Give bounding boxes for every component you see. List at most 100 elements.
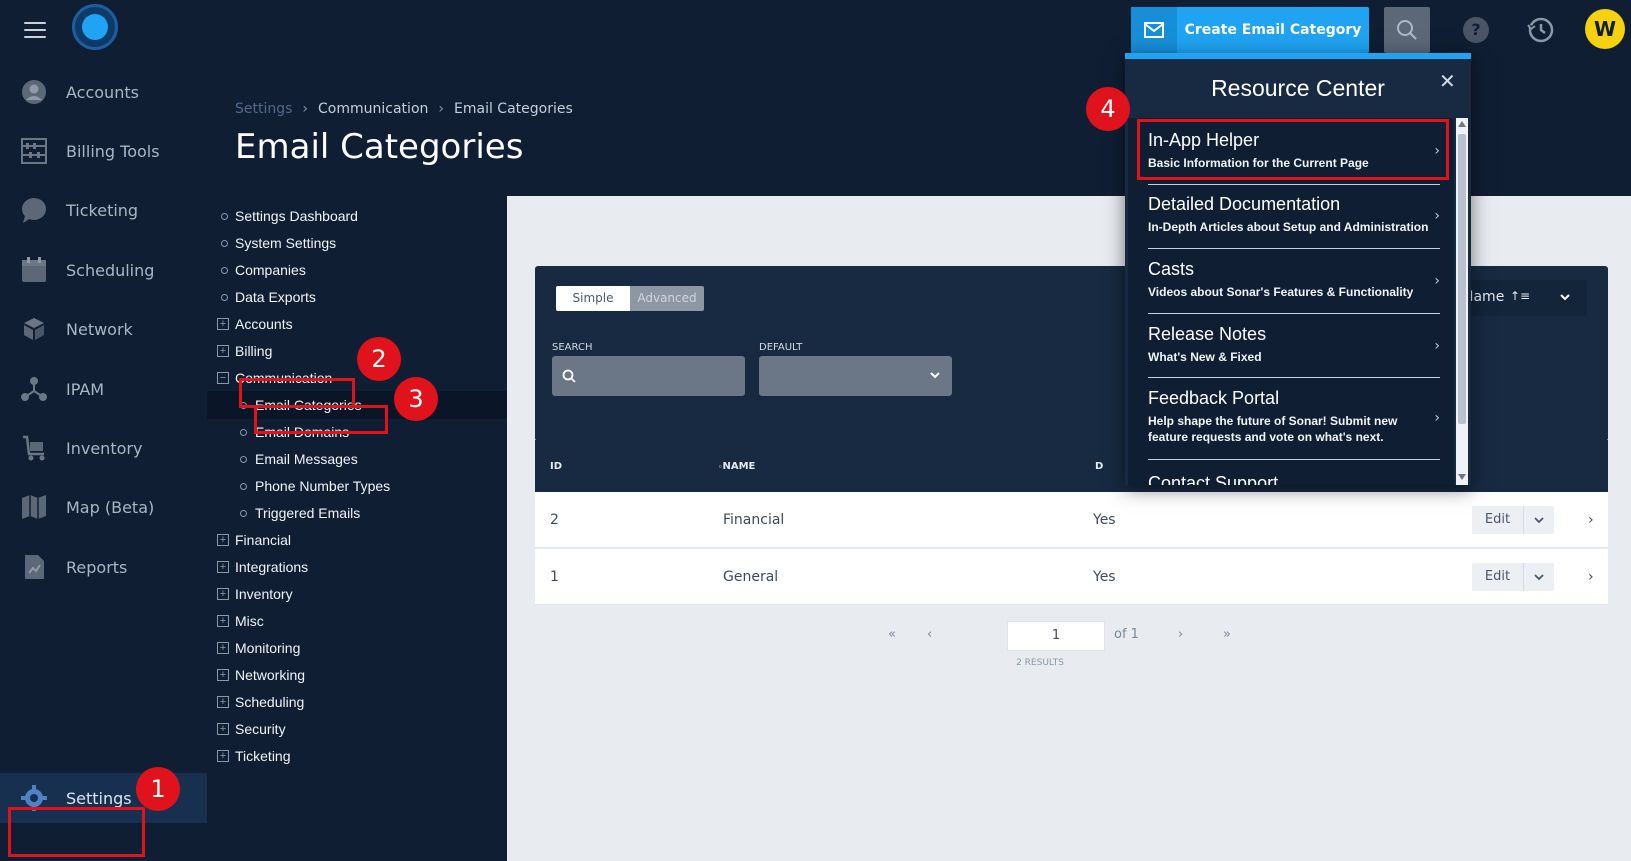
nav-item-scheduling[interactable]: Scheduling bbox=[0, 245, 207, 295]
nav-item-network[interactable]: Network bbox=[0, 304, 207, 354]
first-page-button[interactable]: « bbox=[888, 627, 896, 642]
search-input[interactable] bbox=[552, 356, 745, 396]
tree-item-scheduling[interactable]: + Scheduling bbox=[207, 688, 507, 716]
create-email-category-label: Create Email Category bbox=[1184, 22, 1362, 38]
breadcrumb-settings[interactable]: Settings bbox=[235, 101, 292, 117]
resource-center-title: Resource Center bbox=[1211, 75, 1385, 101]
cell-id: 2 bbox=[550, 512, 559, 528]
tree-item-financial[interactable]: + Financial bbox=[207, 526, 507, 554]
breadcrumb-communication[interactable]: Communication bbox=[318, 101, 428, 117]
tree-item-phone-number-types[interactable]: Phone Number Types bbox=[207, 472, 507, 500]
nav-label: Scheduling bbox=[66, 260, 155, 280]
annotation-badge-1: 1 bbox=[136, 767, 180, 811]
abacus-icon bbox=[21, 138, 47, 164]
table-row[interactable]: 2 Financial Yes Edit › bbox=[535, 492, 1608, 548]
toggle-advanced[interactable]: Advanced bbox=[630, 286, 704, 311]
annotation-badge-4: 4 bbox=[1086, 87, 1130, 131]
tree-item-email-domains[interactable]: Email Domains bbox=[207, 418, 507, 446]
rc-item-subtitle: What's New & Fixed bbox=[1148, 350, 1262, 364]
nav-item-billing-tools[interactable]: Billing Tools bbox=[0, 126, 207, 176]
tree-item-monitoring[interactable]: + Monitoring bbox=[207, 634, 507, 662]
column-header-id[interactable]: ID bbox=[550, 461, 562, 472]
tree-item-integrations[interactable]: + Integrations bbox=[207, 553, 507, 581]
tree-item-companies[interactable]: Companies bbox=[207, 256, 507, 284]
nav-label: Settings bbox=[66, 788, 132, 808]
nav-label: Map (Beta) bbox=[66, 497, 155, 517]
column-header-default[interactable]: D bbox=[1095, 461, 1103, 472]
tree-item-settings-dashboard[interactable]: Settings Dashboard bbox=[207, 202, 507, 230]
page-title: Email Categories bbox=[235, 127, 524, 167]
create-email-category-button[interactable]: Create Email Category bbox=[1131, 7, 1369, 53]
scroll-up-icon[interactable] bbox=[1458, 121, 1466, 127]
nav-item-reports[interactable]: Reports bbox=[0, 542, 207, 592]
search-icon bbox=[562, 369, 576, 383]
tree-item-inventory[interactable]: + Inventory bbox=[207, 580, 507, 608]
rc-item-detailed-documentation[interactable]: Detailed Documentation In-Depth Articles… bbox=[1148, 185, 1440, 249]
user-avatar[interactable]: W bbox=[1585, 9, 1625, 49]
tree-item-email-messages[interactable]: Email Messages bbox=[207, 445, 507, 473]
tree-item-communication[interactable]: − Communication bbox=[207, 364, 507, 392]
sort-select[interactable]: Name ↑≡ bbox=[1463, 280, 1587, 316]
close-icon[interactable]: ✕ bbox=[1439, 69, 1456, 93]
gear-icon bbox=[21, 785, 47, 811]
chevron-down-icon bbox=[1534, 574, 1544, 581]
nav-item-ipam[interactable]: IPAM bbox=[0, 364, 207, 414]
scroll-down-icon[interactable] bbox=[1458, 474, 1466, 480]
nav-item-accounts[interactable]: Accounts bbox=[0, 67, 207, 117]
hamburger-menu-icon[interactable] bbox=[24, 22, 46, 38]
tree-item-system-settings[interactable]: System Settings bbox=[207, 229, 507, 257]
chevron-right-icon: › bbox=[1434, 338, 1440, 354]
resource-center-scrollbar[interactable] bbox=[1456, 118, 1468, 485]
top-bar: Create Email Category ? W bbox=[0, 0, 1631, 61]
report-icon bbox=[25, 555, 44, 579]
nav-label: Ticketing bbox=[66, 200, 139, 220]
help-icon[interactable]: ? bbox=[1463, 17, 1489, 43]
rc-item-casts[interactable]: Casts Videos about Sonar's Features & Fu… bbox=[1148, 249, 1440, 314]
map-icon bbox=[22, 495, 46, 519]
page-number-input[interactable]: 1 bbox=[1007, 621, 1105, 651]
rc-item-title: Detailed Documentation bbox=[1148, 194, 1341, 214]
rc-item-in-app-helper[interactable]: In-App Helper Basic Information for the … bbox=[1148, 118, 1440, 185]
tree-item-ticketing[interactable]: + Ticketing bbox=[207, 742, 507, 770]
nav-label: Accounts bbox=[66, 82, 139, 102]
chat-bubble-icon bbox=[22, 198, 46, 223]
rc-item-title: Contact Support bbox=[1148, 473, 1279, 485]
rc-item-contact-support[interactable]: Contact Support bbox=[1148, 460, 1440, 485]
rc-item-feedback-portal[interactable]: Feedback Portal Help shape the future of… bbox=[1148, 378, 1440, 460]
tree-item-email-categories[interactable]: Email Categories bbox=[207, 391, 507, 419]
edit-menu-toggle[interactable] bbox=[1524, 563, 1554, 591]
cubes-icon bbox=[24, 318, 44, 340]
last-page-button[interactable]: » bbox=[1223, 627, 1231, 642]
column-header-name[interactable]: ◦NAME bbox=[718, 461, 755, 472]
prev-page-button[interactable]: ‹ bbox=[927, 627, 932, 642]
next-page-button[interactable]: › bbox=[1178, 627, 1183, 642]
cell-name: Financial bbox=[723, 512, 785, 528]
cell-default: Yes bbox=[1093, 512, 1116, 528]
edit-menu-toggle[interactable] bbox=[1524, 506, 1554, 534]
edit-button[interactable]: Edit bbox=[1472, 506, 1524, 534]
chevron-right-icon[interactable]: › bbox=[1588, 512, 1594, 528]
tree-item-triggered-emails[interactable]: Triggered Emails bbox=[207, 499, 507, 527]
nav-item-ticketing[interactable]: Ticketing bbox=[0, 185, 207, 235]
nav-item-map-beta[interactable]: Map (Beta) bbox=[0, 482, 207, 532]
tree-item-accounts[interactable]: + Accounts bbox=[207, 310, 507, 338]
rc-item-release-notes[interactable]: Release Notes What's New & Fixed › bbox=[1148, 314, 1440, 378]
calendar-icon bbox=[22, 257, 46, 282]
scrollbar-thumb[interactable] bbox=[1458, 134, 1466, 424]
tree-item-misc[interactable]: + Misc bbox=[207, 607, 507, 635]
app-logo[interactable] bbox=[72, 4, 118, 50]
default-select[interactable] bbox=[759, 356, 952, 396]
tree-item-data-exports[interactable]: Data Exports bbox=[207, 283, 507, 311]
nav-item-inventory[interactable]: Inventory bbox=[0, 423, 207, 473]
history-icon[interactable] bbox=[1526, 15, 1556, 45]
table-row[interactable]: 1 General Yes Edit › bbox=[535, 549, 1608, 605]
search-button[interactable] bbox=[1384, 7, 1430, 53]
chevron-right-icon[interactable]: › bbox=[1588, 569, 1594, 585]
breadcrumb: Settings › Communication › Email Categories bbox=[235, 101, 573, 117]
nav-label: Network bbox=[66, 319, 133, 339]
toggle-simple[interactable]: Simple bbox=[556, 286, 630, 311]
tree-item-networking[interactable]: + Networking bbox=[207, 661, 507, 689]
resource-center-panel: Resource Center ✕ In-App Helper Basic In… bbox=[1125, 53, 1471, 485]
tree-item-security[interactable]: + Security bbox=[207, 715, 507, 743]
edit-button[interactable]: Edit bbox=[1472, 563, 1524, 591]
